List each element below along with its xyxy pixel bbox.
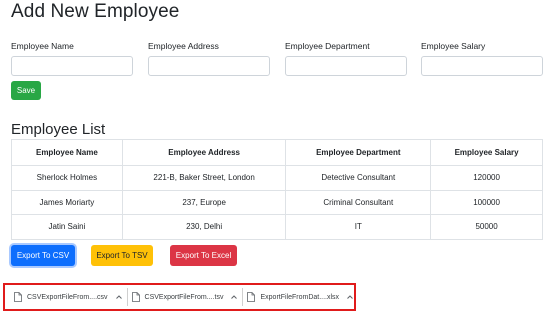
chevron-up-icon[interactable] bbox=[346, 293, 354, 301]
employee-name-input[interactable] bbox=[11, 55, 133, 76]
employee-address-group: Employee Address bbox=[148, 41, 270, 76]
cell-address: 230, Delhi bbox=[121, 214, 287, 240]
employee-salary-label: Employee Salary bbox=[421, 41, 486, 51]
cell-department: IT bbox=[285, 214, 432, 240]
export-csv-button[interactable]: Export To CSV bbox=[11, 245, 75, 266]
cell-department: Detective Consultant bbox=[285, 165, 432, 191]
export-tsv-button[interactable]: Export To TSV bbox=[91, 245, 153, 266]
export-excel-button[interactable]: Export To Excel bbox=[170, 245, 237, 266]
cell-salary: 120000 bbox=[430, 165, 543, 191]
column-header-address: Employee Address bbox=[121, 139, 287, 166]
employee-department-group: Employee Department bbox=[285, 41, 407, 76]
cell-address: 237, Europe bbox=[121, 189, 287, 215]
download-item-xlsx[interactable]: ExportFileFromDat....xlsx bbox=[243, 288, 358, 306]
table-row: Jatin Saini 230, Delhi IT 50000 bbox=[11, 214, 543, 240]
save-button[interactable]: Save bbox=[11, 81, 41, 100]
column-header-name: Employee Name bbox=[11, 139, 123, 166]
download-item-tsv[interactable]: CSVExportFileFrom....tsv bbox=[128, 288, 244, 306]
page-title: Add New Employee bbox=[11, 1, 180, 22]
file-icon bbox=[14, 292, 22, 302]
file-icon bbox=[131, 292, 140, 302]
cell-name: James Moriarty bbox=[11, 189, 123, 215]
chevron-up-icon[interactable] bbox=[230, 293, 238, 301]
column-header-salary: Employee Salary bbox=[430, 139, 543, 166]
employee-address-label: Employee Address bbox=[148, 41, 219, 51]
table-row: Sherlock Holmes 221-B, Baker Street, Lon… bbox=[11, 165, 543, 191]
employee-department-input[interactable] bbox=[285, 55, 407, 76]
employee-table: Employee Name Employee Address Employee … bbox=[11, 139, 543, 240]
employee-name-label: Employee Name bbox=[11, 41, 74, 51]
download-filename: CSVExportFileFrom....tsv bbox=[144, 293, 224, 301]
file-icon bbox=[247, 292, 256, 302]
cell-name: Jatin Saini bbox=[11, 214, 123, 240]
table-row: James Moriarty 237, Europe Criminal Cons… bbox=[11, 189, 543, 215]
chevron-up-icon[interactable] bbox=[115, 293, 123, 301]
employee-name-group: Employee Name bbox=[11, 41, 133, 76]
download-bar: CSVExportFileFrom....csv CSVExportFileFr… bbox=[3, 283, 356, 311]
employee-salary-group: Employee Salary bbox=[421, 41, 543, 76]
download-filename: CSVExportFileFrom....csv bbox=[27, 293, 108, 301]
column-header-department: Employee Department bbox=[285, 139, 432, 166]
cell-address: 221-B, Baker Street, London bbox=[121, 165, 287, 191]
employee-address-input[interactable] bbox=[148, 55, 270, 76]
cell-name: Sherlock Holmes bbox=[11, 165, 123, 191]
employee-department-label: Employee Department bbox=[285, 41, 370, 51]
employee-list-title: Employee List bbox=[11, 121, 106, 138]
cell-department: Criminal Consultant bbox=[285, 189, 432, 215]
download-filename: ExportFileFromDat....xlsx bbox=[260, 293, 340, 301]
employee-salary-input[interactable] bbox=[421, 55, 543, 76]
table-header-row: Employee Name Employee Address Employee … bbox=[11, 139, 543, 166]
download-item-csv[interactable]: CSVExportFileFrom....csv bbox=[10, 288, 128, 306]
cell-salary: 50000 bbox=[430, 214, 543, 240]
cell-salary: 100000 bbox=[430, 189, 543, 215]
